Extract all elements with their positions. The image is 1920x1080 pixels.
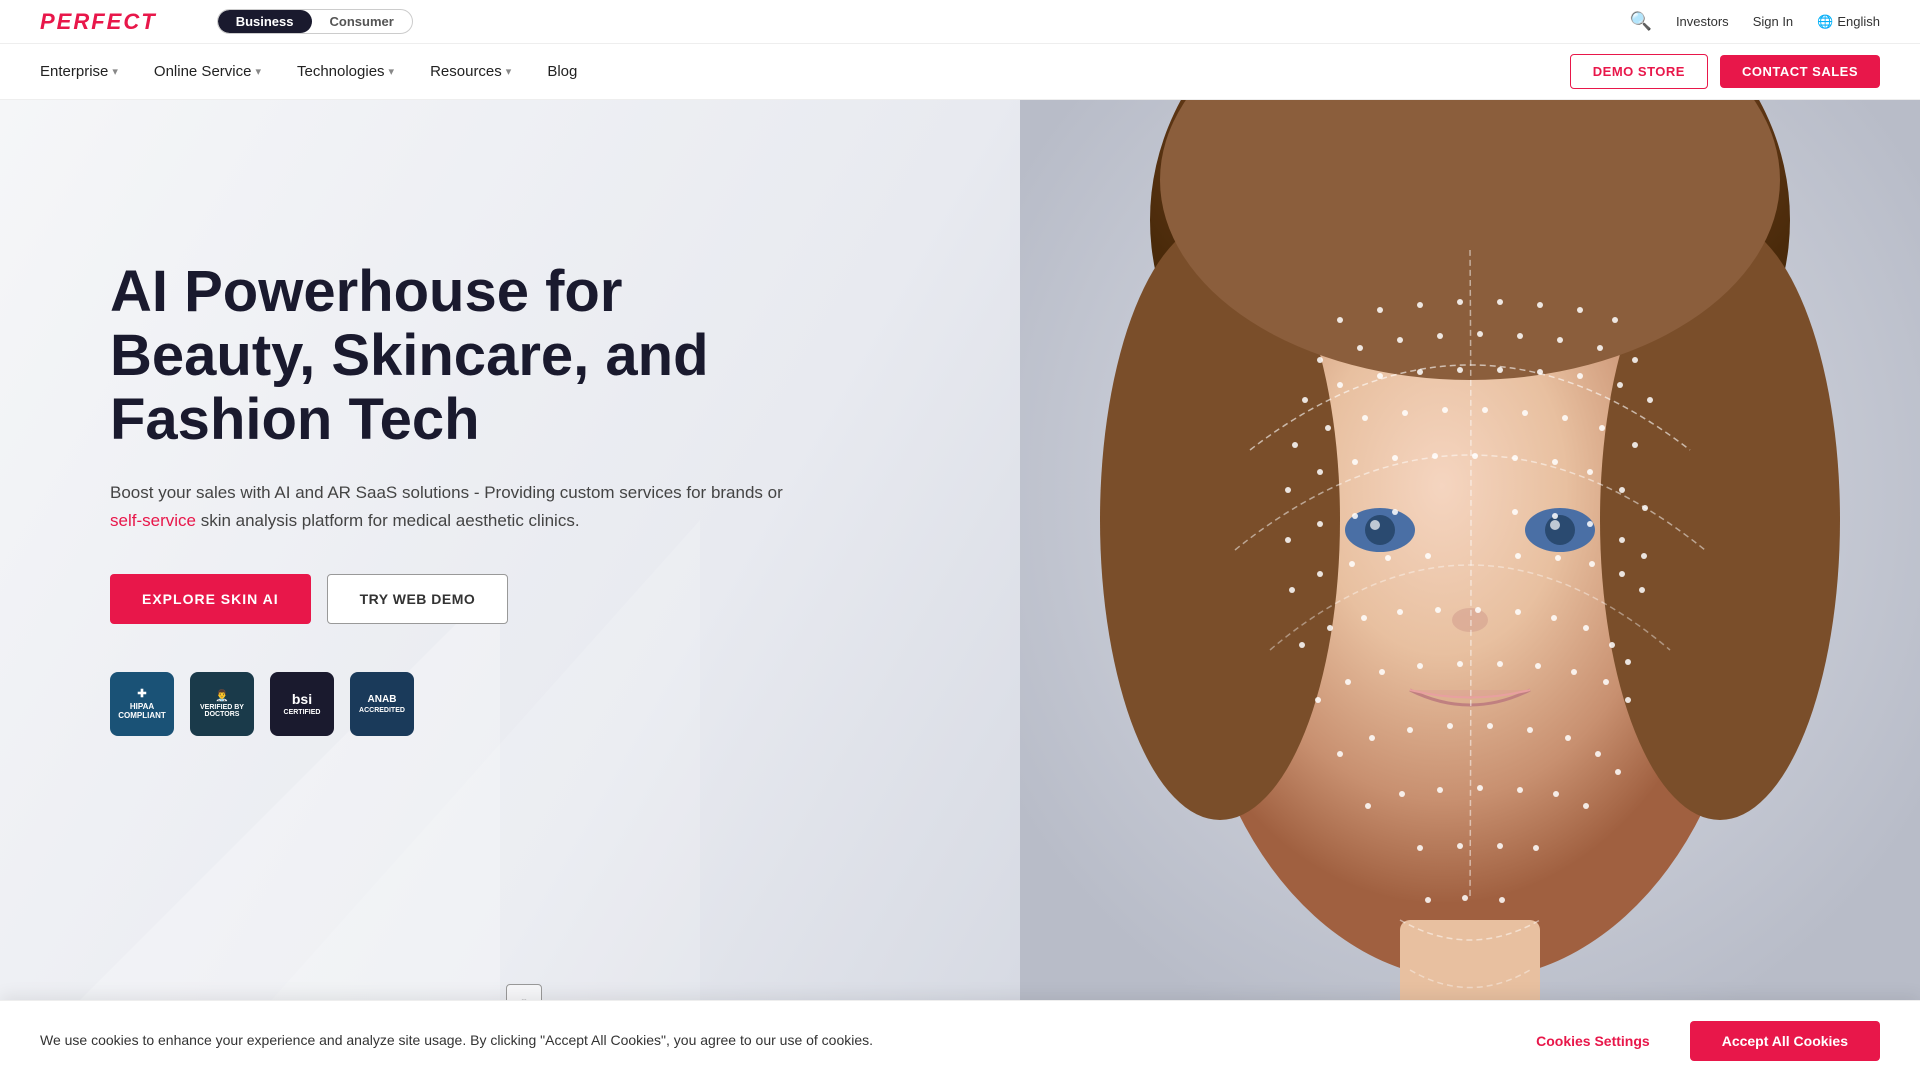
nav-bar: Enterprise ▾ Online Service ▾ Technologi… [0, 44, 1920, 100]
demo-store-button[interactable]: DEMO STORE [1570, 54, 1708, 89]
search-icon[interactable]: 🔍 [1630, 11, 1652, 32]
hero-content: AI Powerhouse for Beauty, Skincare, and … [110, 260, 790, 736]
chevron-down-icon: ▾ [506, 65, 512, 78]
nav-online-service-label: Online Service [154, 63, 252, 80]
badge-anab: ANAB ACCREDITED [350, 672, 414, 736]
language-selector[interactable]: 🌐 English [1817, 14, 1880, 30]
toggle-consumer[interactable]: Consumer [312, 10, 412, 33]
nav-blog-label: Blog [547, 63, 577, 80]
accept-all-cookies-button[interactable]: Accept All Cookies [1690, 1021, 1880, 1061]
cookies-settings-button[interactable]: Cookies Settings [1512, 1021, 1674, 1061]
hero-section: AI Powerhouse for Beauty, Skincare, and … [0, 100, 1920, 1080]
cookie-bar: We use cookies to enhance your experienc… [0, 1000, 1920, 1080]
hero-desc-suffix: skin analysis platform for medical aesth… [196, 511, 580, 530]
nav-left: Enterprise ▾ Online Service ▾ Technologi… [40, 63, 577, 80]
badge-verified-doctors: 👨‍⚕️ VERIFIED BYDOCTORS [190, 672, 254, 736]
chevron-down-icon: ▾ [255, 65, 261, 78]
nav-enterprise[interactable]: Enterprise ▾ [40, 63, 118, 80]
investors-link[interactable]: Investors [1676, 14, 1729, 29]
nav-technologies-label: Technologies [297, 63, 385, 80]
chevron-down-icon: ▾ [389, 65, 395, 78]
explore-skin-ai-button[interactable]: EXPLORE SKIN AI [110, 574, 311, 624]
badge-bsi: bsi CERTIFIED [270, 672, 334, 736]
nav-resources-label: Resources [430, 63, 502, 80]
nav-resources[interactable]: Resources ▾ [430, 63, 511, 80]
chevron-down-icon: ▾ [112, 65, 118, 78]
hero-desc-text: Boost your sales with AI and AR SaaS sol… [110, 483, 783, 502]
trust-badges: ✚ HIPAACOMPLIANT 👨‍⚕️ VERIFIED BYDOCTORS… [110, 672, 790, 736]
nav-technologies[interactable]: Technologies ▾ [297, 63, 394, 80]
try-web-demo-button[interactable]: TRY WEB DEMO [327, 574, 509, 624]
top-bar-left: PERFECT Business Consumer [40, 9, 413, 35]
nav-online-service[interactable]: Online Service ▾ [154, 63, 261, 80]
globe-icon: 🌐 [1817, 14, 1833, 30]
hero-description: Boost your sales with AI and AR SaaS sol… [110, 479, 790, 533]
hero-buttons: EXPLORE SKIN AI TRY WEB DEMO [110, 574, 790, 624]
cookie-buttons: Cookies Settings Accept All Cookies [1512, 1021, 1880, 1061]
contact-sales-button[interactable]: CONTACT SALES [1720, 55, 1880, 88]
hero-face-svg [1020, 100, 1920, 1080]
hero-image [1020, 100, 1920, 1080]
top-bar: PERFECT Business Consumer 🔍 Investors Si… [0, 0, 1920, 44]
badge-hipaa: ✚ HIPAACOMPLIANT [110, 672, 174, 736]
nav-enterprise-label: Enterprise [40, 63, 108, 80]
toggle-business[interactable]: Business [218, 10, 312, 33]
nav-blog[interactable]: Blog [547, 63, 577, 80]
sign-in-link[interactable]: Sign In [1753, 14, 1793, 29]
language-label: English [1837, 14, 1880, 29]
brand-logo[interactable]: PERFECT [40, 9, 157, 35]
hero-title: AI Powerhouse for Beauty, Skincare, and … [110, 260, 790, 451]
audience-toggle[interactable]: Business Consumer [217, 9, 413, 34]
cookie-text: We use cookies to enhance your experienc… [40, 1030, 873, 1051]
nav-right: DEMO STORE CONTACT SALES [1570, 54, 1880, 89]
top-bar-right: 🔍 Investors Sign In 🌐 English [1630, 11, 1880, 32]
hero-desc-link[interactable]: self-service [110, 511, 196, 530]
